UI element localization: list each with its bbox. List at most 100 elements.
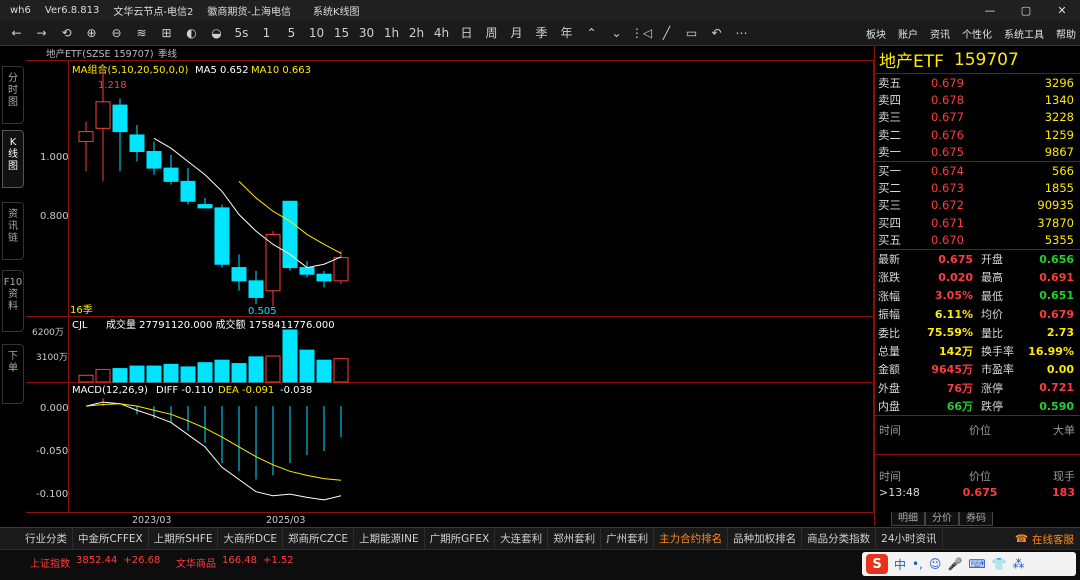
mic-icon[interactable]: 🎤 [947,557,962,571]
toolbar-button[interactable]: 1h [379,20,404,46]
market-tab[interactable]: 广州套利 [601,527,655,550]
bid-row[interactable]: 买五 0.670 5355 [875,232,1080,249]
toolbar-button[interactable]: 2h [404,20,429,46]
kline-chart-area[interactable]: 地产ETF(SZSE 159707) 季线 MA组合(5,10,20,50,0,… [26,46,874,526]
market-tab[interactable]: 商品分类指数 [802,527,877,550]
tab-news[interactable]: 资讯链 [2,202,24,260]
toolbar-button[interactable]: → [29,20,54,46]
stat-v1: 66万 [946,400,973,414]
volume-label[interactable]: CJL [72,320,88,331]
toolbar-button[interactable]: ▭ [679,20,704,46]
tab-code[interactable]: 券码 [959,512,993,526]
ask-row[interactable]: 卖五 0.679 3296 [875,74,1080,91]
maximize-button[interactable]: ▢ [1008,0,1044,20]
ime-lang-toggle[interactable]: 中 [894,556,906,573]
stat-k1: 涨跌 [878,271,900,285]
close-button[interactable]: ✕ [1044,0,1080,20]
tab-f10[interactable]: F10 资料 [2,270,24,332]
toolbar-button[interactable]: 30 [354,20,379,46]
apps-icon[interactable]: ⁂ [1013,557,1025,571]
market-tab[interactable]: 品种加权排名 [728,527,803,550]
toolbar-button[interactable]: ⊞ [154,20,179,46]
ma-combo-label[interactable]: MA组合(5,10,20,50,0,0) [72,63,189,76]
ask-row[interactable]: 卖二 0.676 1259 [875,126,1080,143]
toolbar-button[interactable]: 周 [479,20,504,46]
market-tab[interactable]: 上期所SHFE [149,527,219,550]
toolbar-button[interactable]: ⊕ [79,20,104,46]
menu-item[interactable]: 板块 [866,26,886,41]
toolbar-button[interactable]: ⌃ [579,20,604,46]
macd-label[interactable]: MACD(12,26,9) [72,385,148,396]
tab-order[interactable]: 下单 [2,344,24,404]
keyboard-icon[interactable]: ⌨ [968,557,985,571]
menu-item[interactable]: 资讯 [930,26,950,41]
ime-toolbar[interactable]: S 中 •, ☺ 🎤 ⌨ 👕 ⁂ [862,552,1076,576]
index-wenhua[interactable]: 文华商品 166.48 +1.52 [176,555,294,570]
tab-detail[interactable]: 明细 [891,512,925,526]
kline-chart[interactable]: 地产ETF(SZSE 159707) 季线 MA组合(5,10,20,50,0,… [26,46,874,526]
tab-kline[interactable]: K线图 [2,130,24,188]
toolbar-button[interactable]: ≋ [129,20,154,46]
toolbar-button[interactable]: 1 [254,20,279,46]
market-tab[interactable]: 上期能源INE [354,527,425,550]
market-tab[interactable]: 大连套利 [495,527,549,550]
market-tab[interactable]: 郑商所CZCE [283,527,355,550]
big-hdr-vol: 大单 [1053,424,1075,438]
toolbar-button[interactable]: ↶ [704,20,729,46]
toolbar-button[interactable]: ⌄ [604,20,629,46]
stat-v1: 3.05% [934,289,973,303]
market-tab[interactable]: 24小时资讯 [876,527,943,550]
toolbar-button[interactable]: 5 [279,20,304,46]
emoji-icon[interactable]: ☺ [929,557,942,571]
minimize-button[interactable]: — [972,0,1008,20]
toolbar-button[interactable]: 日 [454,20,479,46]
period-select[interactable]: 季线 [158,48,178,60]
ask-row[interactable]: 卖四 0.678 1340 [875,91,1080,108]
tab-price-dist[interactable]: 分价 [925,512,959,526]
toolbar-button[interactable]: ⟲ [54,20,79,46]
index-shanghai[interactable]: 上证指数 3852.44 +26.68 [30,555,160,570]
ma5-line [153,137,342,269]
toolbar-button[interactable]: ← [4,20,29,46]
bid-row[interactable]: 买一 0.674 566 [875,162,1080,179]
market-tab[interactable]: 广期所GFEX [425,527,496,550]
skin-icon[interactable]: 👕 [992,557,1007,571]
toolbar-button[interactable]: 10 [304,20,329,46]
menu-item[interactable]: 系统工具 [1004,26,1044,41]
market-tab[interactable]: 郑州套利 [548,527,602,550]
toolbar-button[interactable]: 月 [504,20,529,46]
toolbar-button[interactable]: ◐ [179,20,204,46]
quote-title: 地产ETF 159707 [875,46,1080,74]
market-tab[interactable]: 大商所DCE [218,527,284,550]
book-price: 0.674 [931,163,964,178]
stat-row: 最新 0.675 开盘 0.656 [875,250,1080,268]
tab-timeshare[interactable]: 分时图 [2,66,24,124]
bid-row[interactable]: 买四 0.671 37870 [875,214,1080,231]
market-tab[interactable]: 中金所CFFEX [73,527,149,550]
toolbar-button[interactable]: ⋯ [729,20,754,46]
market-tab[interactable]: 主力合约排名 [654,527,729,550]
ask-row[interactable]: 卖一 0.675 9867 [875,144,1080,161]
menu-item[interactable]: 账户 [898,26,918,41]
bid-row[interactable]: 买二 0.673 1855 [875,179,1080,196]
y-tick-0800: 0.800 [40,211,69,222]
toolbar-button[interactable]: ⋮◁ [629,20,654,46]
ime-logo-icon[interactable]: S [866,554,888,574]
toolbar-button[interactable]: ◒ [204,20,229,46]
menu-item[interactable]: 个性化 [962,26,992,41]
online-service-button[interactable]: ☎ 在线客服 [1015,528,1074,550]
toolbar-button[interactable]: 年 [554,20,579,46]
volume-bar [78,374,94,383]
market-tab[interactable]: 行业分类 [20,527,73,550]
bid-row[interactable]: 买三 0.672 90935 [875,197,1080,214]
menu-item[interactable]: 帮助 [1056,26,1076,41]
toolbar-button[interactable]: 季 [529,20,554,46]
toolbar-button[interactable]: ⊖ [104,20,129,46]
toolbar-button[interactable]: ╱ [654,20,679,46]
toolbar-button[interactable]: 5s [229,20,254,46]
ask-row[interactable]: 卖三 0.677 3228 [875,109,1080,126]
toolbar-button[interactable]: 4h [429,20,454,46]
punctuation-icon[interactable]: •, [912,557,923,571]
candle-body [316,273,332,282]
toolbar-button[interactable]: 15 [329,20,354,46]
